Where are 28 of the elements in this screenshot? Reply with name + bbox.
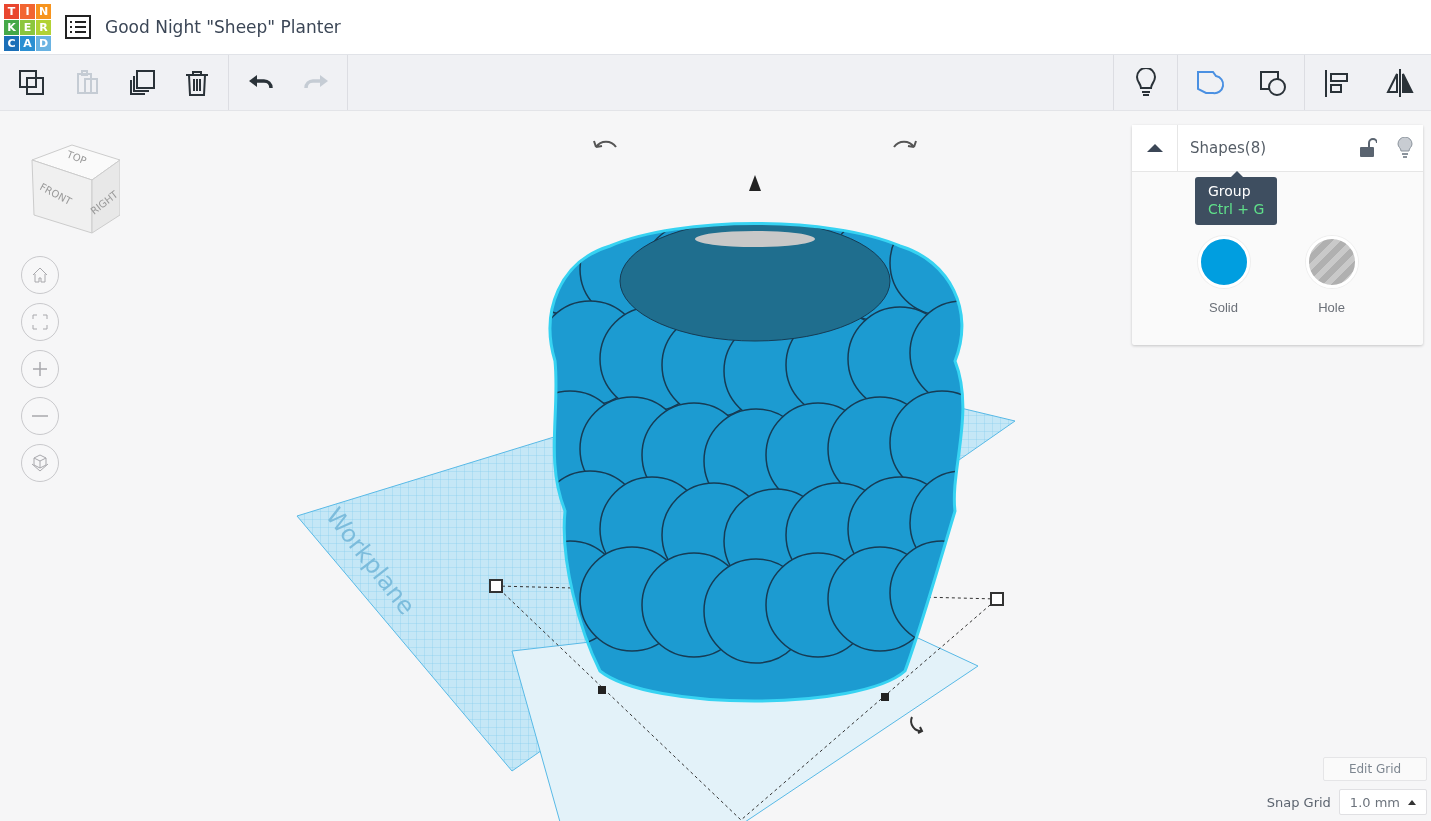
shortcut-text: Ctrl + G	[1208, 201, 1265, 217]
resize-handle[interactable]	[990, 592, 1004, 606]
cube-icon	[30, 453, 50, 473]
caret-icon	[1145, 143, 1164, 153]
list-icon[interactable]	[65, 15, 91, 39]
snap-grid-label: Snap Grid	[1266, 794, 1331, 810]
rotate-arrow-icon[interactable]	[910, 716, 923, 734]
mirror-icon	[1384, 67, 1415, 98]
panel-title: Shapes(8)	[1189, 139, 1268, 157]
app-logo[interactable]: T I N K E R C A D	[4, 3, 51, 51]
copy-icon	[16, 67, 47, 98]
padlock-icon	[1359, 138, 1377, 158]
snap-grid-select[interactable]: 1.0 mm	[1338, 789, 1427, 815]
tooltip-title: Group	[1208, 183, 1252, 199]
height-cone-icon[interactable]	[749, 175, 761, 191]
minus-icon	[31, 415, 49, 417]
resize-handle[interactable]	[598, 686, 606, 694]
caret-icon	[1408, 799, 1416, 805]
rotate-arrow-icon[interactable]	[593, 140, 617, 148]
resize-handle[interactable]	[881, 693, 889, 701]
design-title: Good Night "Sheep" Planter	[105, 17, 341, 37]
lightbulb-icon	[1397, 137, 1413, 159]
rotate-arrow-icon[interactable]	[893, 140, 917, 148]
resize-handle[interactable]	[489, 579, 503, 593]
fit-view-icon	[31, 313, 49, 331]
home-icon	[31, 266, 49, 284]
edit-grid-button[interactable]: Edit Grid	[1323, 757, 1427, 781]
plus-icon	[31, 360, 49, 378]
